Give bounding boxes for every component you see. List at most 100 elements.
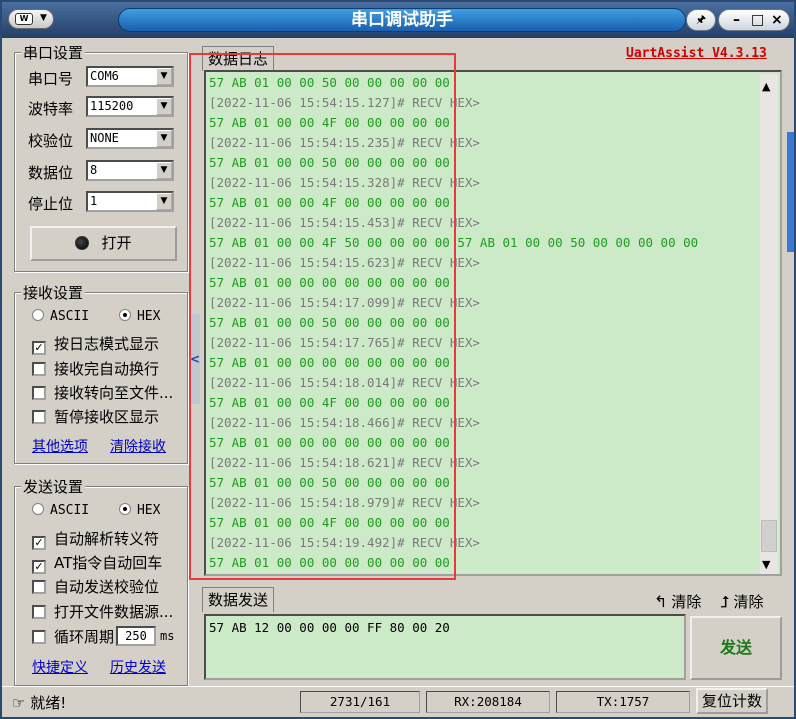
- radio-icon: [32, 309, 44, 321]
- open-port-button[interactable]: 打开: [30, 226, 177, 261]
- collapse-panel-handle[interactable]: <: [190, 314, 200, 404]
- chevron-down-icon[interactable]: ▼: [156, 68, 172, 85]
- send-option-label: 打开文件数据源...: [54, 603, 174, 621]
- receive-option-auto-newline[interactable]: 接收完自动换行: [32, 358, 159, 379]
- log-timestamp-line: [2022-11-06 15:54:17.099]# RECV HEX>: [209, 295, 480, 310]
- log-timestamp-line: [2022-11-06 15:54:18.621]# RECV HEX>: [209, 455, 480, 470]
- log-timestamp-line: [2022-11-06 15:54:15.127]# RECV HEX>: [209, 95, 480, 110]
- shortcut-define-link[interactable]: 快捷定义: [32, 657, 88, 677]
- receive-ascii-radio[interactable]: ASCII: [32, 309, 89, 324]
- chevron-down-icon[interactable]: ▼: [156, 98, 172, 115]
- port-value: COM6: [90, 69, 119, 83]
- checkbox-icon: [32, 605, 46, 619]
- port-select[interactable]: COM6 ▼: [86, 66, 174, 87]
- chevron-down-icon[interactable]: ▼: [156, 162, 172, 179]
- log-timestamp-line: [2022-11-06 15:54:15.453]# RECV HEX>: [209, 215, 480, 230]
- databits-row: 数据位 8 ▼: [28, 160, 178, 182]
- other-options-link[interactable]: 其他选项: [32, 436, 88, 456]
- scroll-up-icon[interactable]: ▲: [762, 80, 770, 93]
- receive-option-pause[interactable]: 暂停接收区显示: [32, 406, 159, 427]
- chevron-down-icon[interactable]: ▼: [156, 193, 172, 210]
- receive-option-log-mode[interactable]: ✓ 按日志模式显示: [32, 333, 159, 355]
- serial-settings-legend: 串口设置: [21, 42, 86, 63]
- receive-option-to-file[interactable]: 接收转向至文件...: [32, 382, 173, 403]
- baud-select[interactable]: 115200 ▼: [86, 96, 174, 117]
- send-option-label: 自动解析转义符: [54, 530, 160, 548]
- send-mode-row: ASCII HEX: [32, 503, 160, 518]
- send-option-escape[interactable]: ✓ 自动解析转义符: [32, 528, 159, 550]
- port-label: 串口号: [28, 70, 74, 88]
- checkbox-checked-icon: ✓: [32, 341, 46, 355]
- parity-select[interactable]: NONE ▼: [86, 128, 174, 149]
- log-data-line: 57 AB 01 00 00 4F 00 00 00 00 00: [209, 195, 450, 210]
- receive-ascii-label: ASCII: [50, 309, 90, 324]
- log-timestamp-line: [2022-11-06 15:54:17.765]# RECV HEX>: [209, 335, 480, 350]
- clear-receive-link[interactable]: 清除接收: [110, 436, 166, 456]
- reset-count-button[interactable]: 复位计数: [696, 688, 768, 714]
- tab-data-send[interactable]: 数据发送: [202, 587, 275, 612]
- window-controls: – □ ×: [718, 9, 790, 31]
- log-data-line: 57 AB 01 00 00 00 00 00 00 00 00: [209, 555, 450, 570]
- log-scrollbar[interactable]: ▲ ▼: [760, 74, 778, 574]
- title-bar: W ▼ 串口调试助手 🖈 – □ ×: [2, 2, 794, 38]
- log-data-line: 57 AB 01 00 00 4F 00 00 00 00 00: [209, 515, 450, 530]
- send-option-label: 自动发送校验位: [54, 578, 160, 596]
- app-menu-button[interactable]: W ▼: [8, 9, 54, 29]
- send-input[interactable]: 57 AB 12 00 00 00 00 FF 80 00 20: [204, 614, 686, 680]
- receive-option-label: 按日志模式显示: [54, 335, 160, 353]
- send-button[interactable]: 发送: [690, 616, 782, 680]
- pin-icon[interactable]: 🖈: [686, 9, 716, 31]
- log-data-line: 57 AB 01 00 00 00 00 00 00 00 00: [209, 435, 450, 450]
- clear-label: 清除: [671, 593, 702, 611]
- radio-checked-icon: [118, 309, 131, 321]
- hand-pointer-icon: ☞: [12, 694, 26, 712]
- send-settings-legend: 发送设置: [21, 476, 86, 497]
- status-dot-icon: [75, 236, 90, 250]
- stopbits-select[interactable]: 1 ▼: [86, 191, 174, 212]
- log-timestamp-line: [2022-11-06 15:54:18.466]# RECV HEX>: [209, 415, 480, 430]
- version-link[interactable]: UartAssist V4.3.13: [626, 46, 767, 61]
- maximize-icon[interactable]: □: [751, 10, 764, 30]
- radio-checked-icon: [118, 503, 131, 515]
- send-option-checksum[interactable]: 自动发送校验位: [32, 576, 159, 597]
- cycle-period-input[interactable]: 250: [116, 626, 156, 646]
- log-data-line: 57 AB 01 00 00 50 00 00 00 00 00: [209, 75, 450, 90]
- databits-select[interactable]: 8 ▼: [86, 160, 174, 181]
- status-rx: RX:208184: [426, 691, 550, 713]
- receive-option-label: 接收完自动换行: [54, 360, 160, 378]
- clear-send-button-2[interactable]: ⮥ 清除: [720, 591, 763, 612]
- chevron-left-icon: <: [190, 352, 201, 366]
- send-history-link[interactable]: 历史发送: [110, 657, 166, 677]
- undo-arrow-icon: ↰: [654, 592, 668, 611]
- databits-value: 8: [90, 163, 98, 177]
- send-option-cycle[interactable]: 循环周期: [32, 626, 114, 647]
- scroll-down-icon[interactable]: ▼: [762, 558, 770, 571]
- checkbox-icon: [32, 410, 46, 424]
- checkbox-icon: [32, 630, 46, 644]
- log-data-line: 57 AB 01 00 00 00 00 00 00 00 00: [209, 355, 450, 370]
- databits-label: 数据位: [28, 164, 74, 182]
- receive-log[interactable]: 57 AB 01 00 00 50 00 00 00 00 00 [2022-11…: [204, 70, 782, 576]
- close-icon[interactable]: ×: [771, 10, 783, 30]
- chevron-down-icon[interactable]: ▼: [156, 130, 172, 147]
- send-option-file-source[interactable]: 打开文件数据源...: [32, 601, 173, 622]
- chevron-down-icon: ▼: [40, 13, 47, 23]
- edge-indicator: [787, 132, 794, 252]
- receive-hex-radio[interactable]: HEX: [118, 309, 160, 324]
- baud-row: 波特率 115200 ▼: [28, 96, 178, 118]
- send-option-at-cr[interactable]: ✓ AT指令自动回车: [32, 552, 162, 574]
- send-option-label: AT指令自动回车: [54, 554, 163, 572]
- clear-send-button-1[interactable]: ↰ 清除: [654, 591, 701, 612]
- send-ascii-radio[interactable]: ASCII: [32, 503, 89, 518]
- tab-data-log[interactable]: 数据日志: [202, 46, 275, 71]
- log-data-line: 57 AB 01 00 00 50 00 00 00 00 00: [209, 315, 450, 330]
- log-data-line: 57 AB 01 00 00 00 00 00 00 00 00: [209, 275, 450, 290]
- minimize-icon[interactable]: –: [733, 10, 740, 30]
- scroll-thumb[interactable]: [761, 520, 777, 552]
- log-timestamp-line: [2022-11-06 15:54:19.492]# RECV HEX>: [209, 535, 480, 550]
- status-ready: ☞ 就绪!: [12, 692, 66, 713]
- checkbox-checked-icon: ✓: [32, 560, 46, 574]
- send-hex-radio[interactable]: HEX: [118, 503, 160, 518]
- port-row: 串口号 COM6 ▼: [28, 66, 178, 88]
- receive-option-label: 暂停接收区显示: [54, 408, 160, 426]
